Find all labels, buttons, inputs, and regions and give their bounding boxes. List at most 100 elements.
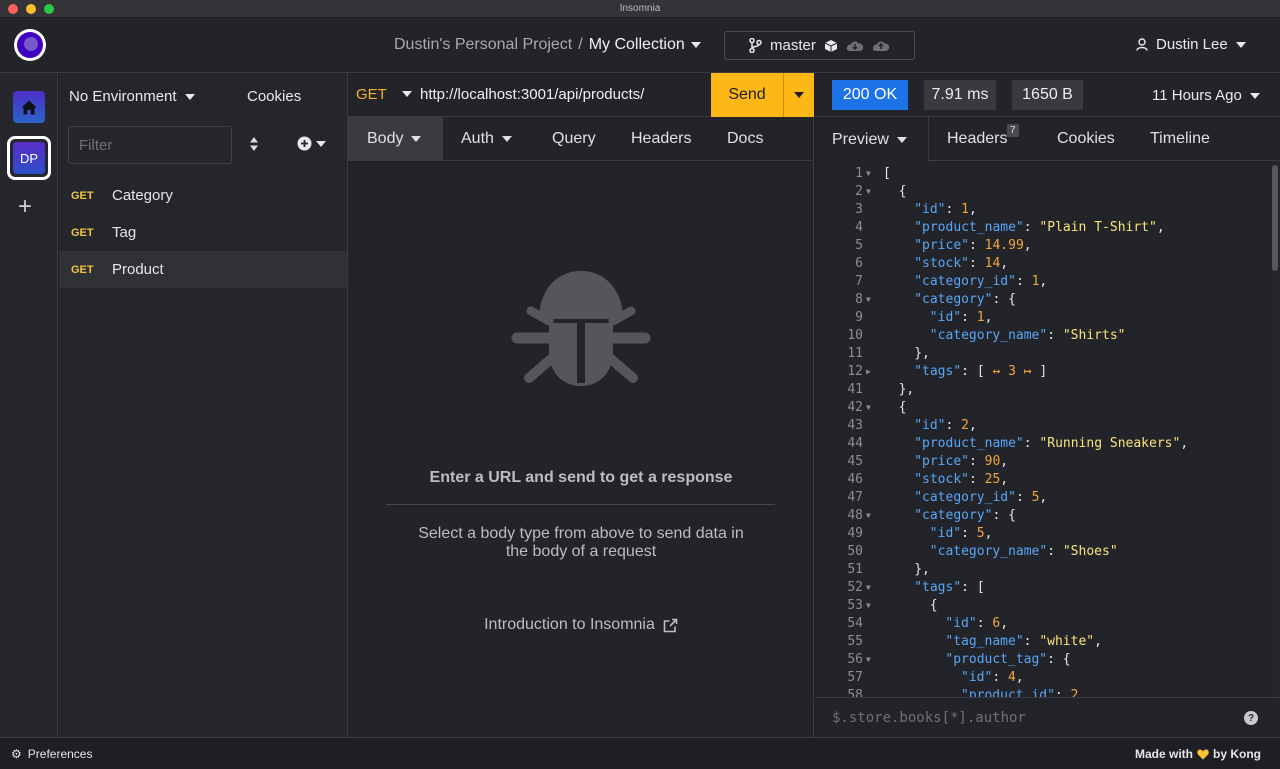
preferences-label: Preferences [27, 747, 93, 761]
request-item-product[interactable]: GET Product [59, 251, 347, 288]
code-text: "category": { [914, 508, 1016, 523]
preferences-button[interactable]: ⚙ Preferences [11, 747, 92, 761]
request-item-tag[interactable]: GET Tag [59, 214, 347, 251]
chevron-down-icon [1235, 41, 1246, 48]
line-number: 48 [847, 508, 863, 523]
intro-link[interactable]: Introduction to Insomnia [348, 616, 814, 634]
new-request-button[interactable] [297, 136, 326, 151]
json-viewer[interactable]: 1 ▼[2 ▼{3 "id": 1, 4 "product_name": "Plain T… [815, 165, 1270, 697]
code-line: 44 "product_name": "Running Sneakers", [815, 435, 1270, 453]
code-text: "tags": [ [914, 580, 985, 595]
breadcrumb-collection[interactable]: My Collection [589, 36, 685, 54]
time-badge: 7.91 ms [924, 80, 996, 110]
tab-query[interactable]: Query [552, 117, 596, 161]
tab-body[interactable]: Body [348, 117, 443, 161]
request-pane: GET http://localhost:3001/api/products/ … [348, 73, 814, 737]
line-number: 44 [847, 436, 863, 451]
line-number: 57 [847, 670, 863, 685]
line-number: 49 [847, 526, 863, 541]
insomnia-logo[interactable] [14, 29, 46, 61]
fold-toggle-icon[interactable]: ▼ [866, 399, 871, 417]
code-text: "tags": [ ↔ 3 ↦ ] [914, 364, 1048, 379]
fold-toggle-icon[interactable]: ▼ [866, 165, 871, 183]
tab-docs[interactable]: Docs [727, 117, 763, 161]
request-name: Tag [112, 224, 137, 241]
history-dropdown[interactable]: 11 Hours Ago [1152, 87, 1260, 104]
tab-auth[interactable]: Auth [461, 117, 512, 161]
code-line: 54 "id": 6, [815, 615, 1270, 633]
fold-toggle-icon[interactable]: ▼ [866, 507, 871, 525]
tab-response-cookies[interactable]: Cookies [1057, 117, 1115, 161]
request-method: GET [71, 263, 94, 276]
tab-timeline[interactable]: Timeline [1150, 117, 1210, 161]
code-line: 2 ▼ { [815, 183, 1270, 201]
code-line: 55 "tag_name": "white", [815, 633, 1270, 651]
cloud-download-icon[interactable] [846, 39, 864, 52]
fold-toggle-icon[interactable]: ▼ [866, 291, 871, 309]
code-text: "tag_name": "white", [945, 634, 1102, 649]
code-text: "category_name": "Shoes" [929, 544, 1118, 559]
json-filter-input[interactable] [832, 708, 1232, 728]
code-line: 8 ▼ "category": { [815, 291, 1270, 309]
code-line: 49 "id": 5, [815, 525, 1270, 543]
request-item-category[interactable]: GET Category [59, 177, 347, 214]
line-number: 58 [847, 688, 863, 697]
request-name: Category [112, 187, 173, 204]
code-text: }, [914, 562, 930, 577]
method-selector[interactable]: GET [356, 86, 387, 103]
send-options-button[interactable] [783, 73, 814, 117]
code-line: 43 "id": 2, [815, 417, 1270, 435]
response-pane: 200 OK 7.91 ms 1650 B 11 Hours Ago Previ… [815, 73, 1280, 737]
code-line: 51}, [815, 561, 1270, 579]
url-input[interactable]: http://localhost:3001/api/products/ [420, 86, 644, 103]
code-text: }, [914, 346, 930, 361]
plus-circle-icon [297, 136, 312, 151]
fold-toggle-icon[interactable]: ▶ [866, 363, 871, 381]
line-number: 8 [855, 292, 863, 307]
fold-toggle-icon[interactable]: ▼ [866, 579, 871, 597]
fold-toggle-icon[interactable]: ▼ [866, 183, 871, 201]
code-line: 50 "category_name": "Shoes" [815, 543, 1270, 561]
code-text: "stock": 14, [914, 256, 1009, 271]
sort-icon[interactable] [249, 136, 259, 156]
chevron-down-icon[interactable] [402, 91, 412, 97]
intro-link-label: Introduction to Insomnia [484, 616, 655, 633]
fold-toggle-icon[interactable]: ▼ [866, 651, 871, 669]
line-number: 42 [847, 400, 863, 415]
code-line: 42 ▼ { [815, 399, 1270, 417]
line-number: 52 [847, 580, 863, 595]
code-line: 53 ▼ { [815, 597, 1270, 615]
gear-icon: ⚙ [11, 747, 22, 761]
code-line: 5 "price": 14.99, [815, 237, 1270, 255]
workspace-dp-button[interactable]: DP [7, 136, 51, 180]
fold-toggle-icon[interactable]: ▼ [866, 597, 871, 615]
code-text: "category_id": 5, [914, 490, 1048, 505]
tab-headers[interactable]: Headers [631, 117, 691, 161]
workspace-rail: DP + [0, 73, 58, 737]
breadcrumb: Dustin's Personal Project / My Collectio… [394, 36, 701, 54]
home-icon [21, 100, 37, 114]
code-line: 9 "id": 1, [815, 309, 1270, 327]
line-number: 1 [855, 166, 863, 181]
scrollbar-thumb[interactable] [1272, 165, 1278, 271]
filter-input[interactable] [68, 126, 232, 164]
send-button[interactable]: Send [711, 73, 783, 117]
chevron-down-icon[interactable] [690, 42, 701, 48]
code-text: "product_name": "Plain T-Shirt", [914, 220, 1165, 235]
user-menu[interactable]: Dustin Lee [1136, 36, 1246, 53]
home-button[interactable] [13, 91, 45, 123]
tab-preview[interactable]: Preview [815, 117, 929, 162]
code-line: 46 "stock": 25, [815, 471, 1270, 489]
cloud-upload-icon[interactable] [872, 39, 890, 52]
made-with-label: Made with [1134, 747, 1193, 761]
tab-response-headers[interactable]: Headers [947, 117, 1007, 161]
scrollbar[interactable] [1270, 165, 1280, 697]
made-with-kong[interactable]: Made with by Kong [1135, 747, 1261, 761]
add-workspace-button[interactable]: + [18, 193, 32, 221]
breadcrumb-project[interactable]: Dustin's Personal Project [394, 36, 572, 54]
environment-selector[interactable]: No Environment [69, 88, 195, 105]
git-branch-button[interactable]: master [724, 31, 915, 60]
code-line: 10 "category_name": "Shirts" [815, 327, 1270, 345]
cookies-button[interactable]: Cookies [247, 88, 301, 105]
help-icon[interactable]: ? [1244, 711, 1258, 725]
